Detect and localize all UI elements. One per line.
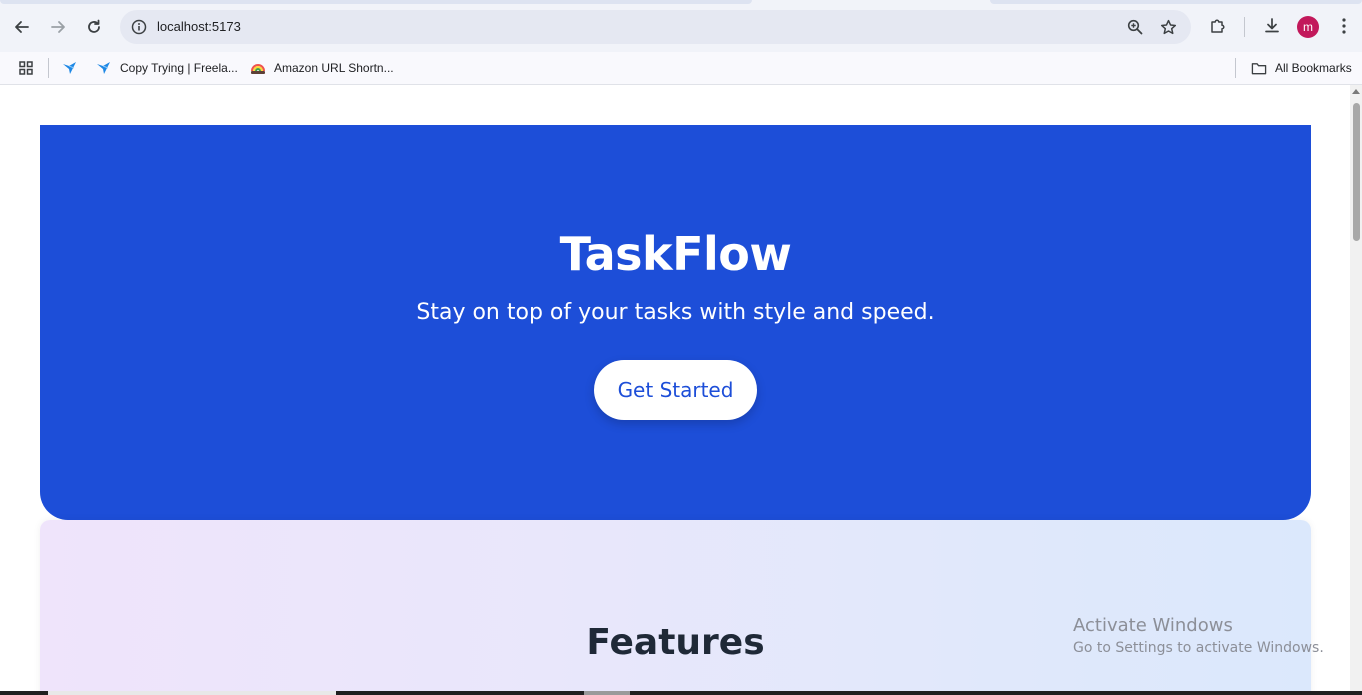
- taskbar-segment: [48, 691, 336, 695]
- bookmarks-divider: [48, 58, 49, 78]
- puzzle-icon: [1211, 19, 1225, 33]
- bookmarks-bar: Copy Trying | Freela... Amazon URL Short…: [0, 52, 1362, 85]
- bookmark-copy-trying[interactable]: Copy Trying | Freela...: [92, 56, 242, 80]
- bookmark-amazon-url-shortener[interactable]: Amazon URL Shortn...: [246, 56, 398, 80]
- get-started-button[interactable]: Get Started: [594, 360, 757, 420]
- page-scrollbar[interactable]: [1350, 85, 1362, 695]
- all-bookmarks-label: All Bookmarks: [1275, 61, 1352, 75]
- bookmark-label: Copy Trying | Freela...: [120, 61, 238, 75]
- taskbar-segment: [584, 691, 630, 695]
- downloads-button[interactable]: [1260, 14, 1284, 38]
- site-info-icon[interactable]: [130, 18, 148, 36]
- windows-activation-watermark: Activate Windows Go to Settings to activ…: [1073, 615, 1324, 656]
- all-bookmarks-button[interactable]: All Bookmarks: [1247, 56, 1356, 80]
- forward-button[interactable]: [44, 13, 72, 41]
- zoom-icon[interactable]: [1125, 17, 1145, 37]
- url-text[interactable]: localhost:5173: [157, 19, 241, 34]
- bird-icon: [96, 60, 112, 76]
- arrow-right-icon: [51, 21, 65, 33]
- watermark-line-1: Activate Windows: [1073, 615, 1233, 636]
- profile-avatar[interactable]: m: [1297, 16, 1319, 38]
- tab-strip-edge: [990, 0, 1362, 4]
- reload-icon: [88, 19, 100, 33]
- reload-button[interactable]: [80, 13, 108, 41]
- toolbar-divider: [1244, 17, 1245, 37]
- watermark-line-2: Go to Settings to activate Windows.: [1073, 640, 1324, 656]
- bookmark-label: Amazon URL Shortn...: [274, 61, 394, 75]
- folder-icon: [1251, 60, 1267, 76]
- download-icon: [1265, 18, 1279, 33]
- rainbow-hat-icon: [250, 60, 266, 76]
- apps-grid-icon: [18, 60, 34, 76]
- browser-toolbar: localhost:5173 m: [0, 0, 1362, 52]
- hero-section: TaskFlow Stay on top of your tasks with …: [40, 125, 1311, 520]
- browser-menu-button[interactable]: [1332, 14, 1356, 38]
- scroll-thumb[interactable]: [1353, 103, 1360, 241]
- page-viewport: TaskFlow Stay on top of your tasks with …: [0, 85, 1350, 695]
- features-section: Features: [40, 520, 1311, 695]
- back-button[interactable]: [8, 13, 36, 41]
- hero-title: TaskFlow: [559, 227, 792, 281]
- bookmark-star-icon[interactable]: [1158, 17, 1178, 37]
- hero-subtitle: Stay on top of your tasks with style and…: [416, 300, 935, 325]
- more-vertical-icon: [1342, 18, 1346, 34]
- arrow-left-icon: [15, 21, 29, 33]
- bird-icon: [62, 60, 78, 76]
- tab-strip-edge: [0, 0, 752, 4]
- taskbar-edge: [0, 691, 1362, 695]
- bookmarks-divider: [1235, 58, 1236, 78]
- extensions-button[interactable]: [1206, 14, 1230, 38]
- bookmark-bird[interactable]: [58, 56, 82, 80]
- scroll-up-arrow-icon[interactable]: [1352, 89, 1360, 94]
- address-bar[interactable]: localhost:5173: [120, 10, 1191, 44]
- apps-button[interactable]: [14, 56, 38, 80]
